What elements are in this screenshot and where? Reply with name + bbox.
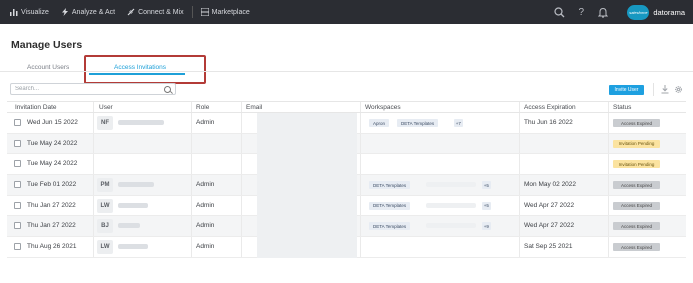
nav-analyze[interactable]: Analyze & Act bbox=[55, 0, 121, 24]
header-user[interactable]: User bbox=[99, 104, 113, 111]
tab-account-users[interactable]: Account Users bbox=[27, 64, 69, 71]
row-checkbox[interactable] bbox=[14, 201, 21, 209]
grid-icon bbox=[200, 7, 210, 17]
role: Admin bbox=[196, 243, 215, 251]
workspace-redacted bbox=[425, 182, 476, 188]
workspace-more-count[interactable]: +5 bbox=[481, 181, 491, 190]
invitation-date: Tue Feb 01 2022 bbox=[27, 181, 77, 189]
workspace-more-count[interactable]: +7 bbox=[453, 119, 463, 127]
invitation-date: Tue May 24 2022 bbox=[27, 160, 78, 168]
status-badge: Access Expired bbox=[613, 243, 660, 252]
help-icon[interactable]: ? bbox=[575, 6, 587, 18]
row-checkbox[interactable] bbox=[14, 119, 21, 126]
user-name-redacted bbox=[118, 120, 164, 125]
active-tab-indicator bbox=[89, 73, 185, 75]
main-content: Manage Users Account Users Access Invita… bbox=[0, 24, 693, 283]
status-badge: Access Expired bbox=[613, 201, 660, 210]
download-icon[interactable] bbox=[661, 85, 669, 94]
status-badge: Access Expired bbox=[613, 222, 660, 231]
gear-icon[interactable] bbox=[674, 85, 682, 94]
email-redacted bbox=[257, 113, 357, 258]
status-badge: Access Expired bbox=[613, 119, 660, 127]
search-box bbox=[10, 83, 176, 95]
invitation-date: Tue May 24 2022 bbox=[27, 139, 78, 147]
nav-divider bbox=[191, 6, 193, 18]
workspace-tag: Apron bbox=[369, 119, 390, 127]
tabs-divider bbox=[0, 71, 693, 72]
invite-user-button[interactable]: Invite User bbox=[609, 85, 644, 95]
workspace-more-count[interactable]: +5 bbox=[481, 201, 491, 210]
invitations-table: Invitation Date User Role Email Workspac… bbox=[7, 101, 686, 258]
invitation-date: Wed Jun 15 2022 bbox=[27, 119, 78, 126]
bar-chart-icon bbox=[10, 8, 18, 16]
avatar: LW bbox=[97, 240, 113, 255]
row-checkbox[interactable] bbox=[14, 243, 21, 251]
role: Admin bbox=[196, 222, 215, 230]
avatar: BJ bbox=[97, 219, 113, 234]
avatar: PM bbox=[97, 178, 113, 193]
row-checkbox[interactable] bbox=[14, 139, 21, 147]
access-expiration: Thu Jun 16 2022 bbox=[524, 119, 573, 126]
toolbar-divider bbox=[653, 83, 654, 96]
brand-name: datorama bbox=[653, 7, 685, 17]
nav-connect[interactable]: Connect & Mix bbox=[121, 0, 190, 24]
lightning-icon bbox=[61, 8, 69, 16]
role: Admin bbox=[196, 119, 215, 126]
header-role[interactable]: Role bbox=[196, 104, 209, 111]
user-name-redacted bbox=[118, 182, 154, 188]
nav-marketplace-label: Marketplace bbox=[211, 8, 250, 16]
header-status[interactable]: Status bbox=[613, 104, 631, 111]
brand[interactable]: salesforce datorama bbox=[627, 4, 685, 20]
search-icon[interactable] bbox=[164, 85, 171, 93]
access-expiration: Wed Apr 27 2022 bbox=[524, 222, 575, 230]
invitation-date: Thu Jan 27 2022 bbox=[27, 222, 76, 230]
invitation-date: Thu Aug 26 2021 bbox=[27, 243, 77, 251]
user-name-redacted bbox=[118, 223, 140, 229]
nav-analyze-label: Analyze & Act bbox=[71, 8, 116, 16]
header-actions: ? salesforce datorama bbox=[553, 0, 685, 24]
top-nav: Visualize Analyze & Act Connect & Mix Ma… bbox=[0, 0, 693, 24]
table-header: Invitation Date User Role Email Workspac… bbox=[7, 101, 686, 113]
tab-access-invitations[interactable]: Access Invitations bbox=[114, 64, 166, 71]
header-invitation-date[interactable]: Invitation Date bbox=[15, 104, 57, 111]
invitation-date: Thu Jan 27 2022 bbox=[27, 201, 76, 209]
status-badge: Access Expired bbox=[613, 181, 660, 190]
search-icon[interactable] bbox=[553, 6, 565, 18]
access-expiration: Mon May 02 2022 bbox=[524, 181, 577, 189]
workspace-redacted bbox=[425, 202, 476, 208]
header-email[interactable]: Email bbox=[246, 104, 262, 111]
access-expiration: Wed Apr 27 2022 bbox=[524, 201, 575, 209]
avatar: LW bbox=[97, 198, 113, 213]
nav-visualize[interactable]: Visualize bbox=[4, 0, 55, 24]
workspace-tag: DETA Templates bbox=[369, 181, 411, 190]
workspace-tag: DETA Templates bbox=[397, 119, 439, 127]
workspace-redacted bbox=[425, 223, 476, 229]
workspace-more-count[interactable]: +9 bbox=[481, 222, 491, 231]
header-workspaces[interactable]: Workspaces bbox=[365, 104, 401, 111]
nav-connect-label: Connect & Mix bbox=[138, 8, 184, 16]
row-checkbox[interactable] bbox=[14, 160, 21, 168]
bell-icon[interactable] bbox=[597, 6, 609, 18]
salesforce-logo: salesforce bbox=[627, 4, 650, 20]
access-expiration: Sat Sep 25 2021 bbox=[524, 243, 573, 251]
role: Admin bbox=[196, 181, 215, 189]
nav-marketplace[interactable]: Marketplace bbox=[195, 0, 256, 24]
status-badge: Invitation Pending bbox=[613, 139, 660, 148]
workspace-tag: DETA Templates bbox=[369, 201, 411, 210]
avatar: NF bbox=[97, 116, 113, 130]
status-badge: Invitation Pending bbox=[613, 160, 660, 169]
workspace-tag: DETA Templates bbox=[369, 222, 411, 231]
header-access-expiration[interactable]: Access Expiration bbox=[524, 104, 576, 111]
row-checkbox[interactable] bbox=[14, 181, 21, 189]
search-input[interactable] bbox=[15, 86, 155, 92]
page-title: Manage Users bbox=[11, 39, 83, 51]
role: Admin bbox=[196, 201, 215, 209]
plug-icon bbox=[127, 8, 135, 16]
user-name-redacted bbox=[118, 202, 148, 208]
nav-visualize-label: Visualize bbox=[21, 8, 49, 16]
user-name-redacted bbox=[118, 244, 148, 250]
row-checkbox[interactable] bbox=[14, 222, 21, 230]
